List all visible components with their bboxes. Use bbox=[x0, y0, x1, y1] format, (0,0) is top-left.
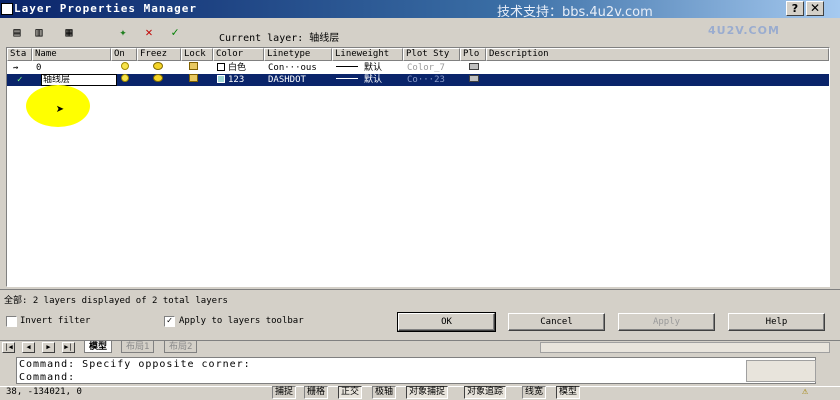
layer-name-edit[interactable]: 轴线层 bbox=[41, 74, 117, 86]
layer-color-label: 白色 bbox=[228, 63, 247, 73]
delete-layer-icon[interactable]: ✕ bbox=[140, 25, 158, 39]
grid-toggle[interactable]: 栅格 bbox=[304, 386, 329, 399]
polar-toggle[interactable]: 极轴 bbox=[372, 386, 397, 399]
layer-summary: 全部: 2 layers displayed of 2 total layers bbox=[4, 296, 228, 306]
set-current-icon[interactable]: ✓ bbox=[166, 25, 184, 39]
layer-lineweight[interactable]: 默认 bbox=[334, 74, 402, 86]
color-swatch bbox=[217, 63, 225, 71]
layout-tab-bar: |◀ ◀ ▶ ▶| 模型 布局1 布局2 bbox=[0, 340, 840, 353]
tab-layout2[interactable]: 布局2 bbox=[164, 341, 198, 353]
layer-lineweight-label: 默认 bbox=[364, 75, 383, 85]
lineweight-toggle[interactable]: 线宽 bbox=[522, 386, 547, 399]
tab-layout1[interactable]: 布局1 bbox=[121, 341, 155, 353]
column-header-linetype[interactable]: Linetype bbox=[264, 48, 332, 61]
help-title-button[interactable]: ? bbox=[786, 1, 804, 16]
warning-icon[interactable]: ⚠ bbox=[802, 386, 816, 399]
last-tab-icon[interactable]: ▶| bbox=[62, 342, 75, 353]
column-header-plot[interactable]: Plo bbox=[460, 48, 486, 61]
coordinate-readout: 38, -134021, 0 bbox=[6, 387, 82, 397]
mouse-pointer-icon: ➤ bbox=[56, 102, 65, 118]
watermark-text: 技术支持：bbs.4u2v.com bbox=[497, 5, 653, 20]
layer-row-selected[interactable]: ✓ 轴线层 123 DASHDOT 默认 Co···23 bbox=[7, 74, 829, 86]
lineweight-line bbox=[336, 78, 358, 79]
sun-thawed-icon[interactable] bbox=[151, 74, 171, 86]
current-layer-check-icon: ✓ bbox=[17, 75, 23, 85]
layer-lineweight[interactable]: 默认 bbox=[334, 62, 402, 74]
model-toggle[interactable]: 模型 bbox=[556, 386, 581, 399]
layer-row[interactable]: ⇝ 0 白色 Con···ous 默认 Color_7 bbox=[7, 62, 829, 74]
command-window[interactable]: Command: Specify opposite corner: Comman… bbox=[16, 357, 816, 384]
unlock-icon[interactable] bbox=[187, 62, 207, 74]
command-scrollbar[interactable] bbox=[746, 360, 816, 382]
column-header-color[interactable]: Color bbox=[213, 48, 264, 61]
close-title-button[interactable]: ✕ bbox=[806, 1, 824, 16]
layer-filter-icon[interactable]: ▦ bbox=[60, 25, 78, 39]
printer-icon[interactable] bbox=[467, 74, 485, 86]
column-header-description[interactable]: Description bbox=[486, 48, 829, 61]
watermark-logo: 4U2V.COM bbox=[708, 24, 780, 37]
new-layer-button-icon[interactable]: ✦ bbox=[114, 25, 132, 39]
lineweight-line bbox=[336, 66, 358, 67]
layer-name[interactable]: 0 bbox=[34, 62, 110, 74]
next-tab-icon[interactable]: ▶ bbox=[42, 342, 55, 353]
layer-status-icon: ⇝ bbox=[13, 63, 19, 73]
column-header-lock[interactable]: Lock bbox=[181, 48, 213, 61]
bulb-on-icon[interactable] bbox=[119, 62, 137, 74]
apply-toolbar-label[interactable]: Apply to layers toolbar bbox=[179, 316, 304, 326]
command-prompt[interactable]: Command: bbox=[19, 372, 75, 383]
apply-toolbar-checkbox[interactable]: ✓ bbox=[164, 316, 175, 327]
layer-lineweight-label: 默认 bbox=[364, 63, 383, 73]
horizontal-scrollbar[interactable] bbox=[540, 342, 830, 353]
sun-thawed-icon[interactable] bbox=[151, 62, 171, 74]
column-header-name[interactable]: Name bbox=[32, 48, 111, 61]
window-icon bbox=[1, 3, 13, 15]
help-button[interactable]: Help bbox=[728, 313, 825, 331]
column-header-freeze[interactable]: Freez bbox=[137, 48, 181, 61]
snap-toggle[interactable]: 捕捉 bbox=[272, 386, 297, 399]
column-header-status[interactable]: Sta bbox=[7, 48, 32, 61]
layer-plot-style[interactable]: Co···23 bbox=[405, 74, 460, 86]
layer-color[interactable]: 123 bbox=[215, 74, 265, 86]
ok-button[interactable]: OK bbox=[397, 312, 496, 332]
invert-filter-label[interactable]: Invert filter bbox=[20, 316, 90, 326]
cancel-button[interactable]: Cancel bbox=[508, 313, 605, 331]
divider bbox=[0, 289, 840, 290]
unlock-icon[interactable] bbox=[187, 74, 207, 86]
otrack-toggle[interactable]: 对象追踪 bbox=[464, 386, 507, 399]
new-layer-icon[interactable]: ▤ bbox=[8, 25, 26, 39]
color-swatch bbox=[217, 75, 225, 83]
layer-color[interactable]: 白色 bbox=[215, 62, 265, 74]
tab-model[interactable]: 模型 bbox=[84, 341, 113, 353]
layer-color-label: 123 bbox=[228, 75, 245, 85]
printer-icon[interactable] bbox=[467, 62, 485, 74]
bulb-on-icon[interactable] bbox=[119, 74, 137, 86]
first-tab-icon[interactable]: |◀ bbox=[2, 342, 15, 353]
apply-button[interactable]: Apply bbox=[618, 313, 715, 331]
osnap-toggle[interactable]: 对象捕捉 bbox=[406, 386, 449, 399]
invert-filter-checkbox[interactable] bbox=[6, 316, 17, 327]
column-header-on[interactable]: On bbox=[111, 48, 137, 61]
column-header-plot-style[interactable]: Plot Sty bbox=[403, 48, 460, 61]
layer-plot-style[interactable]: Color_7 bbox=[405, 62, 460, 74]
command-history-line: Command: Specify opposite corner: bbox=[19, 359, 251, 370]
current-layer-label: Current layer: 轴线层 bbox=[219, 33, 340, 44]
ortho-toggle[interactable]: 正交 bbox=[338, 386, 363, 399]
layer-states-icon[interactable]: ▥ bbox=[30, 25, 48, 39]
layer-list[interactable]: Sta Name On Freez Lock Color Linetype Li… bbox=[6, 47, 830, 287]
title-bar: Layer Properties Manager 技术支持：bbs.4u2v.c… bbox=[0, 0, 840, 20]
window-title: Layer Properties Manager bbox=[14, 2, 197, 15]
prev-tab-icon[interactable]: ◀ bbox=[22, 342, 35, 353]
layer-linetype[interactable]: DASHDOT bbox=[266, 74, 332, 86]
layer-linetype[interactable]: Con···ous bbox=[266, 62, 332, 74]
column-header-lineweight[interactable]: Lineweight bbox=[332, 48, 403, 61]
